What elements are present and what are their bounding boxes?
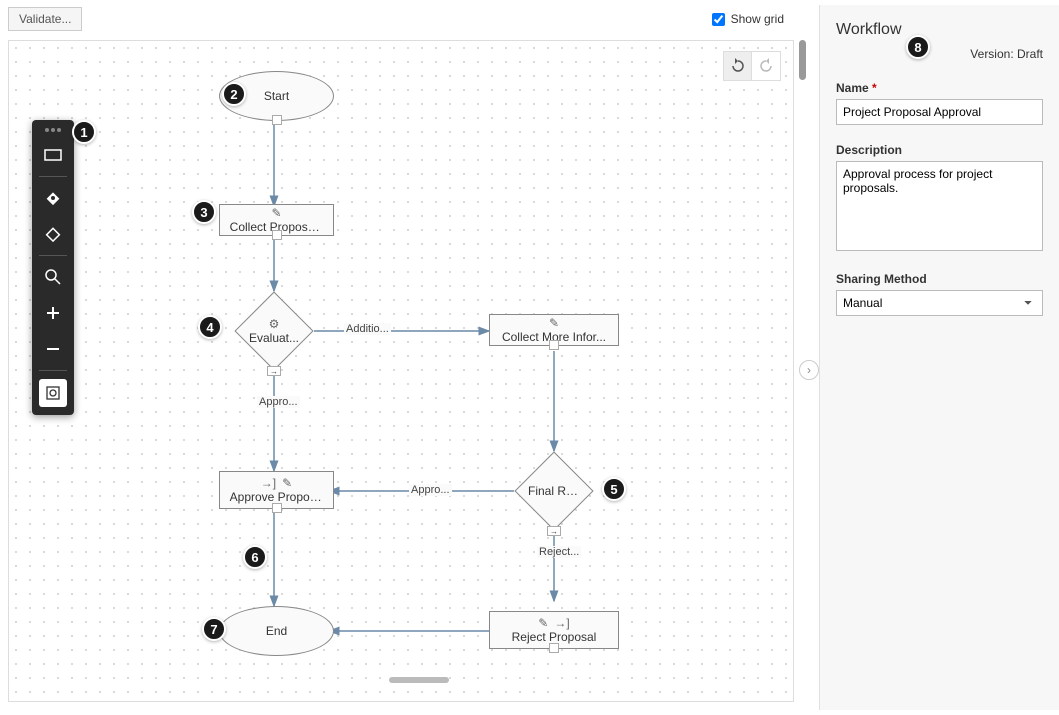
exit-icon: →] <box>554 616 569 630</box>
name-label: Name * <box>836 81 1043 95</box>
pencil-icon: ✎ <box>271 206 281 220</box>
diamond-outline-icon <box>44 225 62 243</box>
node-handle[interactable]: → <box>547 526 561 536</box>
node-evaluate[interactable]: ⚙ Evaluat... → <box>234 291 314 371</box>
diamond-filled-icon <box>44 189 62 207</box>
properties-panel: Workflow Version: Draft Name * Descripti… <box>819 5 1059 710</box>
node-reject[interactable]: ✎ →] Reject Proposal <box>489 611 619 649</box>
pencil-icon: ✎ <box>282 476 292 490</box>
callout-8: 8 <box>906 35 930 59</box>
callout-4: 4 <box>198 315 222 339</box>
tool-rectangle[interactable] <box>36 138 70 172</box>
panel-title: Workflow <box>836 21 1043 39</box>
gear-icon: ⚙ <box>269 317 280 331</box>
panel-version: Version: Draft <box>836 47 1043 61</box>
callout-1: 1 <box>72 120 96 144</box>
callout-6: 6 <box>243 545 267 569</box>
node-collect-more[interactable]: ✎ Collect More Infor... <box>489 314 619 346</box>
edge-label-additional: Additio... <box>344 323 391 335</box>
vertical-scrollbar[interactable] <box>799 40 806 80</box>
edge-label-approve1: Appro... <box>257 396 300 408</box>
node-handle[interactable] <box>272 503 282 513</box>
canvas-container: Additio... Appro... Appro... Reject... S… <box>8 40 794 702</box>
undo-button[interactable] <box>724 52 752 80</box>
tool-zoom[interactable] <box>36 260 70 294</box>
horizontal-scrollbar[interactable] <box>389 677 449 683</box>
chevron-right-icon: › <box>807 363 811 377</box>
callout-7: 7 <box>202 617 226 641</box>
redo-icon <box>758 58 774 74</box>
node-handle[interactable]: → <box>267 366 281 376</box>
node-handle[interactable] <box>272 230 282 240</box>
minus-icon <box>45 341 61 357</box>
tool-decision-filled[interactable] <box>36 181 70 215</box>
edge-label-approve2: Appro... <box>409 484 452 496</box>
undo-redo-group <box>723 51 781 81</box>
sharing-select[interactable]: Manual <box>836 290 1043 316</box>
name-input[interactable] <box>836 99 1043 125</box>
node-final-review-label: Final Re... <box>524 484 584 498</box>
show-grid-checkbox[interactable] <box>712 13 725 26</box>
tool-decision-outline[interactable] <box>36 217 70 251</box>
node-approve[interactable]: →] ✎ Approve Proposal <box>219 471 334 509</box>
show-grid-toggle[interactable]: Show grid <box>712 12 784 26</box>
plus-icon <box>45 305 61 321</box>
node-start-label: Start <box>260 89 293 103</box>
tool-fit-screen[interactable] <box>39 379 67 407</box>
node-approve-label: Approve Proposal <box>226 490 328 504</box>
description-label: Description <box>836 143 1043 157</box>
toolbox[interactable] <box>32 120 74 415</box>
toolbox-drag-handle[interactable] <box>43 128 63 132</box>
callout-2: 2 <box>222 82 246 106</box>
enter-icon: →] <box>261 476 276 490</box>
node-collect-proposal[interactable]: ✎ Collect Proposal I... <box>219 204 334 236</box>
description-textarea[interactable]: Approval process for project proposals. <box>836 161 1043 251</box>
panel-collapse-button[interactable]: › <box>799 360 819 380</box>
node-handle[interactable] <box>549 340 559 350</box>
edge-label-reject: Reject... <box>537 546 581 558</box>
workflow-canvas[interactable]: Additio... Appro... Appro... Reject... S… <box>9 41 793 701</box>
pencil-icon: ✎ <box>549 316 559 330</box>
redo-button[interactable] <box>752 52 780 80</box>
edges-layer <box>9 41 793 701</box>
node-end-label: End <box>262 624 291 638</box>
tool-zoom-in[interactable] <box>36 296 70 330</box>
node-reject-label: Reject Proposal <box>508 630 601 644</box>
fit-screen-icon <box>45 385 61 401</box>
node-evaluate-label: Evaluat... <box>245 331 303 345</box>
sharing-label: Sharing Method <box>836 272 1043 286</box>
node-end[interactable]: End <box>219 606 334 656</box>
rectangle-icon <box>44 149 62 161</box>
show-grid-label: Show grid <box>731 12 784 26</box>
magnifier-icon <box>45 269 61 285</box>
pencil-icon: ✎ <box>538 616 548 630</box>
node-handle[interactable] <box>272 115 282 125</box>
node-handle[interactable] <box>549 643 559 653</box>
tool-zoom-out[interactable] <box>36 332 70 366</box>
callout-5: 5 <box>602 477 626 501</box>
undo-icon <box>730 58 746 74</box>
callout-3: 3 <box>192 200 216 224</box>
node-final-review[interactable]: Final Re... → <box>514 451 594 531</box>
validate-button[interactable]: Validate... <box>8 7 82 31</box>
